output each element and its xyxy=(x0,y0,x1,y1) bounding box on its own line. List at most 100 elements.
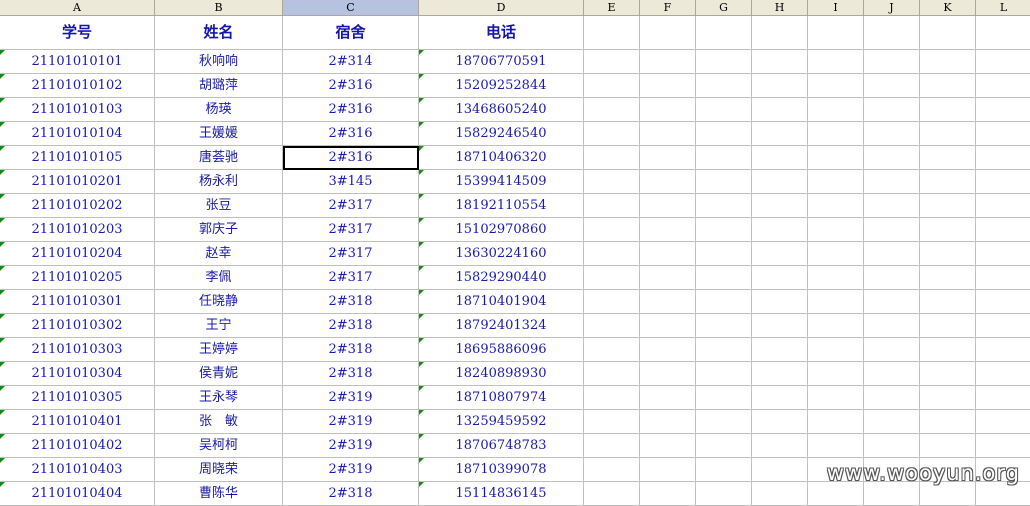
empty-cell[interactable] xyxy=(640,146,696,170)
name-cell[interactable]: 赵幸 xyxy=(155,242,283,266)
empty-cell[interactable] xyxy=(864,50,920,74)
empty-cell[interactable] xyxy=(752,410,808,434)
student-id-cell[interactable]: 21101010303 xyxy=(0,338,155,362)
dorm-cell[interactable]: 2#317 xyxy=(283,242,419,266)
empty-cell[interactable] xyxy=(808,362,864,386)
empty-cell[interactable] xyxy=(696,290,752,314)
name-cell[interactable]: 胡璐萍 xyxy=(155,74,283,98)
phone-cell[interactable]: 18695886096 xyxy=(419,338,584,362)
empty-cell[interactable] xyxy=(864,122,920,146)
header-cell[interactable]: 电话 xyxy=(419,16,584,50)
dorm-cell[interactable]: 2#316 xyxy=(283,98,419,122)
student-id-cell[interactable]: 21101010202 xyxy=(0,194,155,218)
empty-cell[interactable] xyxy=(584,338,640,362)
empty-cell[interactable] xyxy=(584,16,640,50)
empty-cell[interactable] xyxy=(808,434,864,458)
student-id-cell[interactable]: 21101010102 xyxy=(0,74,155,98)
empty-cell[interactable] xyxy=(584,74,640,98)
name-cell[interactable]: 王婷婷 xyxy=(155,338,283,362)
empty-cell[interactable] xyxy=(808,338,864,362)
phone-cell[interactable]: 18710406320 xyxy=(419,146,584,170)
empty-cell[interactable] xyxy=(808,98,864,122)
empty-cell[interactable] xyxy=(752,362,808,386)
empty-cell[interactable] xyxy=(976,170,1030,194)
phone-cell[interactable]: 18710399078 xyxy=(419,458,584,482)
empty-cell[interactable] xyxy=(808,386,864,410)
name-cell[interactable]: 秋响响 xyxy=(155,50,283,74)
empty-cell[interactable] xyxy=(752,242,808,266)
student-id-cell[interactable]: 21101010302 xyxy=(0,314,155,338)
dorm-cell[interactable]: 2#317 xyxy=(283,218,419,242)
name-cell[interactable]: 杨永利 xyxy=(155,170,283,194)
empty-cell[interactable] xyxy=(640,386,696,410)
student-id-cell[interactable]: 21101010103 xyxy=(0,98,155,122)
empty-cell[interactable] xyxy=(752,122,808,146)
empty-cell[interactable] xyxy=(640,218,696,242)
empty-cell[interactable] xyxy=(808,266,864,290)
empty-cell[interactable] xyxy=(696,50,752,74)
empty-cell[interactable] xyxy=(752,146,808,170)
empty-cell[interactable] xyxy=(752,434,808,458)
student-id-cell[interactable]: 21101010305 xyxy=(0,386,155,410)
name-cell[interactable]: 任晓静 xyxy=(155,290,283,314)
empty-cell[interactable] xyxy=(584,146,640,170)
empty-cell[interactable] xyxy=(808,218,864,242)
empty-cell[interactable] xyxy=(920,386,976,410)
empty-cell[interactable] xyxy=(920,194,976,218)
empty-cell[interactable] xyxy=(864,434,920,458)
column-header-a[interactable]: A xyxy=(0,0,155,15)
name-cell[interactable]: 杨瑛 xyxy=(155,98,283,122)
empty-cell[interactable] xyxy=(696,242,752,266)
empty-cell[interactable] xyxy=(808,16,864,50)
empty-cell[interactable] xyxy=(640,50,696,74)
empty-cell[interactable] xyxy=(696,410,752,434)
empty-cell[interactable] xyxy=(920,362,976,386)
empty-cell[interactable] xyxy=(920,74,976,98)
empty-cell[interactable] xyxy=(864,146,920,170)
empty-cell[interactable] xyxy=(808,194,864,218)
name-cell[interactable]: 周晓荣 xyxy=(155,458,283,482)
empty-cell[interactable] xyxy=(640,242,696,266)
empty-cell[interactable] xyxy=(640,98,696,122)
empty-cell[interactable] xyxy=(640,434,696,458)
empty-cell[interactable] xyxy=(584,482,640,506)
column-header-j[interactable]: J xyxy=(864,0,920,15)
dorm-cell[interactable]: 2#317 xyxy=(283,194,419,218)
empty-cell[interactable] xyxy=(696,338,752,362)
empty-cell[interactable] xyxy=(976,386,1030,410)
empty-cell[interactable] xyxy=(808,50,864,74)
name-cell[interactable]: 吴柯柯 xyxy=(155,434,283,458)
empty-cell[interactable] xyxy=(640,266,696,290)
phone-cell[interactable]: 15829246540 xyxy=(419,122,584,146)
name-cell[interactable]: 唐荟驰 xyxy=(155,146,283,170)
student-id-cell[interactable]: 21101010105 xyxy=(0,146,155,170)
name-cell[interactable]: 王媛媛 xyxy=(155,122,283,146)
empty-cell[interactable] xyxy=(920,16,976,50)
column-header-c[interactable]: C xyxy=(283,0,419,15)
empty-cell[interactable] xyxy=(640,122,696,146)
empty-cell[interactable] xyxy=(808,146,864,170)
empty-cell[interactable] xyxy=(920,434,976,458)
empty-cell[interactable] xyxy=(920,314,976,338)
phone-cell[interactable]: 13630224160 xyxy=(419,242,584,266)
empty-cell[interactable] xyxy=(976,218,1030,242)
empty-cell[interactable] xyxy=(976,98,1030,122)
header-cell[interactable]: 学号 xyxy=(0,16,155,50)
empty-cell[interactable] xyxy=(808,122,864,146)
empty-cell[interactable] xyxy=(920,338,976,362)
phone-cell[interactable]: 13259459592 xyxy=(419,410,584,434)
empty-cell[interactable] xyxy=(584,170,640,194)
empty-cell[interactable] xyxy=(696,386,752,410)
empty-cell[interactable] xyxy=(584,266,640,290)
empty-cell[interactable] xyxy=(752,266,808,290)
phone-cell[interactable]: 18710401904 xyxy=(419,290,584,314)
empty-cell[interactable] xyxy=(864,170,920,194)
empty-cell[interactable] xyxy=(640,410,696,434)
empty-cell[interactable] xyxy=(752,50,808,74)
name-cell[interactable]: 李佩 xyxy=(155,266,283,290)
empty-cell[interactable] xyxy=(976,122,1030,146)
empty-cell[interactable] xyxy=(864,74,920,98)
dorm-cell[interactable]: 2#319 xyxy=(283,434,419,458)
empty-cell[interactable] xyxy=(808,482,864,506)
dorm-cell[interactable]: 2#317 xyxy=(283,266,419,290)
